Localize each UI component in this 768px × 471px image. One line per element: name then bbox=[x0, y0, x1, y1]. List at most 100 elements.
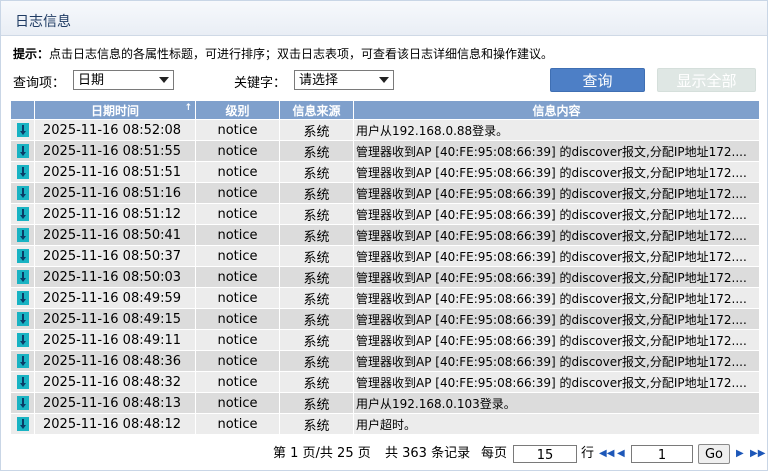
info-down-arrow-icon[interactable] bbox=[16, 396, 29, 410]
row-time: 2025-11-16 08:48:13 bbox=[34, 392, 196, 414]
keyword-label: 关键字： bbox=[234, 76, 287, 91]
next-page-icon[interactable]: ▶ bbox=[736, 444, 744, 464]
info-down-arrow-icon[interactable] bbox=[16, 333, 29, 347]
row-unit-label: 行 bbox=[581, 446, 595, 461]
info-down-arrow-icon[interactable] bbox=[16, 375, 29, 389]
row-message: 管理器收到AP [40:FE:95:08:66:39] 的discover报文,… bbox=[353, 161, 760, 183]
row-message: 用户超时。 bbox=[353, 413, 760, 435]
row-icon-cell bbox=[10, 245, 35, 267]
info-down-arrow-icon[interactable] bbox=[16, 144, 29, 158]
table-row[interactable]: 2025-11-16 08:52:08 notice 系统 用户从192.168.0.… bbox=[10, 119, 760, 141]
info-down-arrow-icon[interactable] bbox=[16, 249, 29, 263]
row-icon-cell bbox=[10, 287, 35, 309]
row-icon-cell bbox=[10, 119, 35, 141]
row-message: 管理器收到AP [40:FE:95:08:66:39] 的discover报文,… bbox=[353, 140, 760, 162]
go-button[interactable]: Go bbox=[698, 444, 730, 464]
info-down-arrow-icon[interactable] bbox=[16, 207, 29, 221]
record-total: 共 363 条记录 bbox=[385, 446, 471, 461]
table-row[interactable]: 2025-11-16 08:49:11 notice 系统 管理器收到AP [40:F… bbox=[10, 329, 760, 351]
table-row[interactable]: 2025-11-16 08:48:13 notice 系统 用户从192.168.0.… bbox=[10, 392, 760, 414]
tip-content: 点击日志信息的各属性标题，可进行排序；双击日志表项，可查看该日志详细信息和操作建… bbox=[49, 47, 554, 61]
table-row[interactable]: 2025-11-16 08:48:32 notice 系统 管理器收到AP [40:F… bbox=[10, 371, 760, 393]
row-source: 系统 bbox=[279, 140, 354, 162]
row-time: 2025-11-16 08:49:15 bbox=[34, 308, 196, 330]
row-source: 系统 bbox=[279, 392, 354, 414]
row-message: 管理器收到AP [40:FE:95:08:66:39] 的discover报文,… bbox=[353, 224, 760, 246]
info-down-arrow-icon[interactable] bbox=[16, 291, 29, 305]
row-message: 管理器收到AP [40:FE:95:08:66:39] 的discover报文,… bbox=[353, 203, 760, 225]
row-source: 系统 bbox=[279, 161, 354, 183]
table-row[interactable]: 2025-11-16 08:50:03 notice 系统 管理器收到AP [40:F… bbox=[10, 266, 760, 288]
row-time: 2025-11-16 08:51:12 bbox=[34, 203, 196, 225]
info-down-arrow-icon[interactable] bbox=[16, 354, 29, 368]
header-message[interactable]: 信息内容 bbox=[353, 100, 760, 120]
row-source: 系统 bbox=[279, 119, 354, 141]
row-level: notice bbox=[195, 308, 280, 330]
row-level: notice bbox=[195, 392, 280, 414]
panel-header: 日志信息 bbox=[1, 1, 767, 36]
table-row[interactable]: 2025-11-16 08:51:51 notice 系统 管理器收到AP [40:F… bbox=[10, 161, 760, 183]
page-number-input[interactable]: 1 bbox=[631, 445, 693, 463]
info-down-arrow-icon[interactable] bbox=[16, 312, 29, 326]
query-select[interactable]: 日期 bbox=[73, 70, 174, 90]
keyword-select-value: 请选择 bbox=[299, 73, 339, 88]
row-level: notice bbox=[195, 203, 280, 225]
row-time: 2025-11-16 08:50:37 bbox=[34, 245, 196, 267]
table-row[interactable]: 2025-11-16 08:49:15 notice 系统 管理器收到AP [40:F… bbox=[10, 308, 760, 330]
header-time-label: 日期时间 bbox=[90, 103, 139, 118]
table-row[interactable]: 2025-11-16 08:51:16 notice 系统 管理器收到AP [40:F… bbox=[10, 182, 760, 204]
row-message: 管理器收到AP [40:FE:95:08:66:39] 的discover报文,… bbox=[353, 308, 760, 330]
search-button[interactable]: 查询 bbox=[550, 68, 645, 92]
info-down-arrow-icon[interactable] bbox=[16, 270, 29, 284]
info-down-arrow-icon[interactable] bbox=[16, 228, 29, 242]
table-row[interactable]: 2025-11-16 08:51:55 notice 系统 管理器收到AP [40:F… bbox=[10, 140, 760, 162]
row-icon-cell bbox=[10, 161, 35, 183]
first-page-icon[interactable]: ◀◀ bbox=[599, 444, 614, 464]
header-icon bbox=[10, 100, 35, 120]
row-message: 用户从192.168.0.88登录。 bbox=[353, 119, 760, 141]
table-row[interactable]: 2025-11-16 08:49:59 notice 系统 管理器收到AP [40:F… bbox=[10, 287, 760, 309]
table-row[interactable]: 2025-11-16 08:48:36 notice 系统 管理器收到AP [40:F… bbox=[10, 350, 760, 372]
header-time[interactable]: 日期时间 ↑ bbox=[34, 100, 196, 120]
row-source: 系统 bbox=[279, 182, 354, 204]
prev-page-icon[interactable]: ◀ bbox=[617, 444, 625, 464]
row-message: 用户从192.168.0.103登录。 bbox=[353, 392, 760, 414]
info-down-arrow-icon[interactable] bbox=[16, 123, 29, 137]
table-row[interactable]: 2025-11-16 08:50:41 notice 系统 管理器收到AP [40:F… bbox=[10, 224, 760, 246]
row-source: 系统 bbox=[279, 203, 354, 225]
row-level: notice bbox=[195, 287, 280, 309]
table-row[interactable]: 2025-11-16 08:50:37 notice 系统 管理器收到AP [40:F… bbox=[10, 245, 760, 267]
table-body: 2025-11-16 08:52:08 notice 系统 用户从192.168.0.… bbox=[10, 119, 760, 435]
row-source: 系统 bbox=[279, 308, 354, 330]
row-icon-cell bbox=[10, 266, 35, 288]
row-message: 管理器收到AP [40:FE:95:08:66:39] 的discover报文,… bbox=[353, 266, 760, 288]
table-row[interactable]: 2025-11-16 08:48:12 notice 系统 用户超时。 bbox=[10, 413, 760, 435]
row-source: 系统 bbox=[279, 350, 354, 372]
header-level[interactable]: 级别 bbox=[195, 100, 280, 120]
row-icon-cell bbox=[10, 413, 35, 435]
keyword-select[interactable]: 请选择 bbox=[294, 70, 394, 90]
info-down-arrow-icon[interactable] bbox=[16, 186, 29, 200]
row-level: notice bbox=[195, 266, 280, 288]
row-level: notice bbox=[195, 350, 280, 372]
row-time: 2025-11-16 08:50:03 bbox=[34, 266, 196, 288]
row-message: 管理器收到AP [40:FE:95:08:66:39] 的discover报文,… bbox=[353, 245, 760, 267]
info-down-arrow-icon[interactable] bbox=[16, 417, 29, 431]
per-page-input[interactable]: 15 bbox=[513, 445, 577, 463]
row-icon-cell bbox=[10, 392, 35, 414]
per-page-label: 每页 bbox=[481, 446, 508, 461]
row-time: 2025-11-16 08:48:32 bbox=[34, 371, 196, 393]
table-row[interactable]: 2025-11-16 08:51:12 notice 系统 管理器收到AP [40:F… bbox=[10, 203, 760, 225]
last-page-icon[interactable]: ▶▶ bbox=[750, 444, 765, 464]
row-icon-cell bbox=[10, 203, 35, 225]
row-icon-cell bbox=[10, 329, 35, 351]
show-all-button[interactable]: 显示全部 bbox=[657, 68, 756, 92]
row-level: notice bbox=[195, 224, 280, 246]
info-down-arrow-icon[interactable] bbox=[16, 165, 29, 179]
row-source: 系统 bbox=[279, 224, 354, 246]
row-time: 2025-11-16 08:51:55 bbox=[34, 140, 196, 162]
row-message: 管理器收到AP [40:FE:95:08:66:39] 的discover报文,… bbox=[353, 287, 760, 309]
header-source[interactable]: 信息来源 bbox=[279, 100, 354, 120]
query-label: 查询项： bbox=[13, 76, 66, 91]
row-message: 管理器收到AP [40:FE:95:08:66:39] 的discover报文,… bbox=[353, 350, 760, 372]
